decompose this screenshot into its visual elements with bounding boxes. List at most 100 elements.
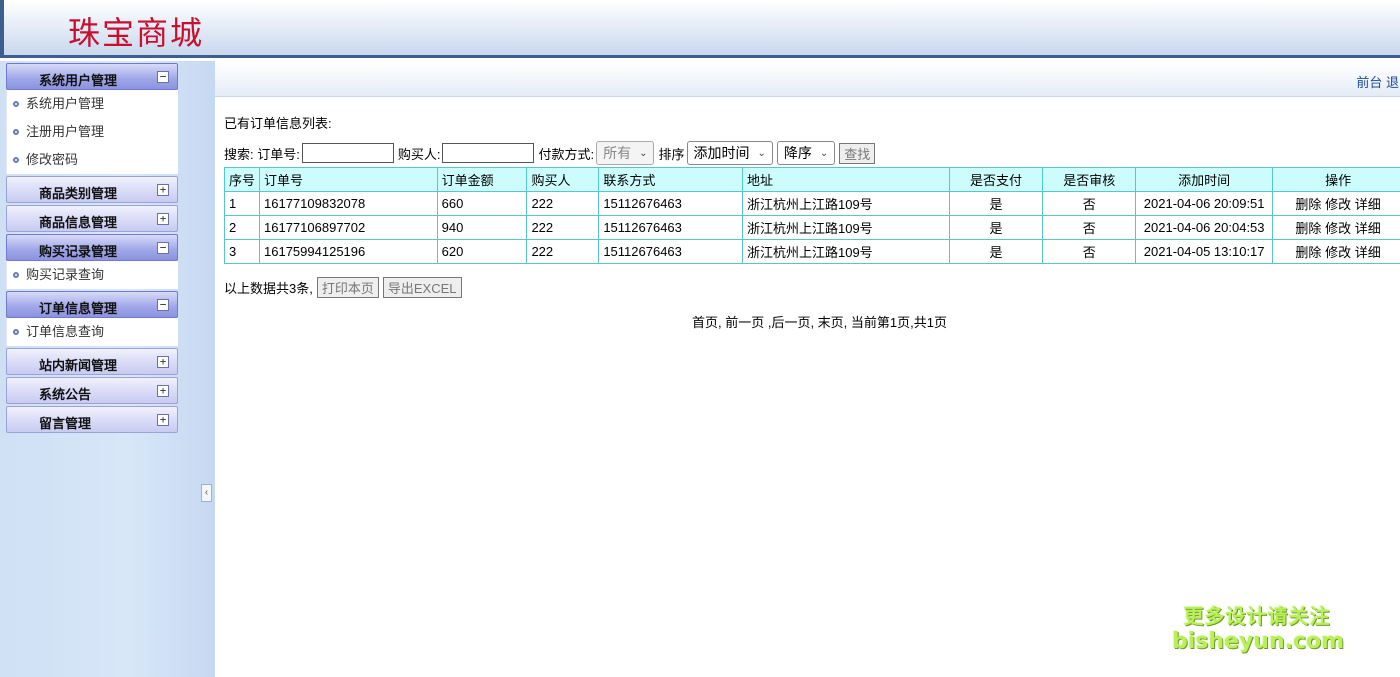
plus-icon[interactable]: + [157,213,169,225]
cell-added-time: 2021-04-05 13:10:17 [1135,239,1274,264]
detail-link[interactable]: 详细 [1355,221,1381,236]
menu-group-body: 订单信息查询 [6,318,178,346]
site-title: 珠宝商城 [68,14,205,52]
cell-audited: 否 [1042,191,1137,216]
payment-select-value: 所有 [603,145,632,161]
menu-group-notice[interactable]: 系统公告 + [6,377,178,404]
header-buyer: 购买人 [526,167,600,192]
search-bar: 搜索: 订单号: 购买人: 付款方式: 所有 ⌄ 排序 添加时间 ⌄ 降序 ⌄ … [224,141,876,165]
bullet-icon [13,101,19,107]
menu-group-system-users[interactable]: 系统用户管理 − [6,63,178,90]
sort-order-select[interactable]: 降序 ⌄ [776,141,836,165]
cell-paid: 是 [948,191,1044,216]
cell-actions: 删除 修改 详细 [1272,215,1400,240]
cell-phone: 15112676463 [598,239,743,264]
delete-link[interactable]: 删除 [1295,197,1321,212]
sort-field-select[interactable]: 添加时间 ⌄ [686,141,773,165]
menu-group-orders[interactable]: 订单信息管理 − [6,291,178,318]
menu-item-label: 注册用户管理 [26,124,105,139]
header-index: 序号 [223,167,261,192]
payment-select[interactable]: 所有 ⌄ [596,141,655,165]
page-header: 珠宝商城 [0,0,1400,58]
menu-group-label: 订单信息管理 [39,301,118,316]
plus-icon[interactable]: + [157,356,169,368]
sidebar-collapse-icon[interactable]: ‹ [201,484,212,502]
cell-buyer: 222 [526,215,600,240]
table-header-row: 序号 订单号 订单金额 购买人 联系方式 地址 是否支付 是否审核 添加时间 操… [223,167,1400,192]
bullet-icon [13,272,19,278]
delete-link[interactable]: 删除 [1295,221,1321,236]
bullet-icon [13,129,19,135]
header-actions: 操作 [1272,167,1400,192]
minus-icon[interactable]: − [157,242,169,254]
print-button[interactable]: 打印本页 [316,277,379,298]
edit-link[interactable]: 修改 [1325,221,1351,236]
detail-link[interactable]: 详细 [1355,245,1381,260]
cell-audited: 否 [1042,239,1137,264]
menu-group-label: 站内新闻管理 [39,358,118,373]
sidebar: 系统用户管理 − 系统用户管理 注册用户管理 修改密码 商品类别管理 + 商品信… [0,61,215,677]
record-count: 以上数据共3条, [224,281,313,296]
pagination[interactable]: 首页, 前一页 ,后一页, 末页, 当前第1页,共1页 [692,312,947,331]
menu-item-label: 订单信息查询 [26,324,105,339]
menu-group-label: 系统公告 [39,387,92,402]
chevron-down-icon: ⌄ [639,147,648,159]
menu-group-label: 系统用户管理 [39,73,118,88]
menu-group-category[interactable]: 商品类别管理 + [6,176,178,203]
order-no-input[interactable] [301,143,394,163]
menu-group-label: 商品信息管理 [39,215,118,230]
cell-amount: 660 [436,191,528,216]
table-row: 3 16175994125196 620 222 15112676463 浙江杭… [223,239,1400,264]
top-links[interactable]: 前台 退出 [1356,72,1400,91]
sort-field-value: 添加时间 [693,145,750,161]
menu-item-change-password[interactable]: 修改密码 [7,146,178,174]
menu-group-messages[interactable]: 留言管理 + [6,406,178,433]
cell-amount: 620 [436,239,528,264]
menu-group-label: 留言管理 [39,416,92,431]
cell-address: 浙江杭州上江路109号 [741,239,950,264]
buyer-input[interactable] [442,143,535,163]
menu-item-purchase-query[interactable]: 购买记录查询 [7,261,178,289]
cell-audited: 否 [1042,215,1137,240]
plus-icon[interactable]: + [157,184,169,196]
export-excel-button[interactable]: 导出EXCEL [382,277,462,298]
cell-added-time: 2021-04-06 20:04:53 [1135,215,1274,240]
menu-group-purchase[interactable]: 购买记录管理 − [6,234,178,261]
watermark-line2: bisheyun.com [1172,629,1345,654]
orders-table: 序号 订单号 订单金额 购买人 联系方式 地址 是否支付 是否审核 添加时间 操… [223,167,1400,264]
find-button[interactable]: 查找 [839,142,876,164]
menu-group-product[interactable]: 商品信息管理 + [6,205,178,232]
cell-address: 浙江杭州上江路109号 [741,191,950,216]
header-address: 地址 [741,167,950,192]
edit-link[interactable]: 修改 [1325,245,1351,260]
summary-row: 以上数据共3条, 打印本页 导出EXCEL [224,277,462,298]
cell-paid: 是 [948,215,1044,240]
menu-group-news[interactable]: 站内新闻管理 + [6,348,178,375]
table-row: 2 16177106897702 940 222 15112676463 浙江杭… [223,215,1400,240]
header-edge [0,0,4,58]
cell-address: 浙江杭州上江路109号 [741,215,950,240]
menu-item-registered-users[interactable]: 注册用户管理 [7,118,178,146]
menu-item-system-users[interactable]: 系统用户管理 [7,90,178,118]
watermark: 更多设计请关注 bisheyun.com [1172,600,1345,654]
list-title: 已有订单信息列表: [224,116,332,131]
minus-icon[interactable]: − [157,299,169,311]
header-audited: 是否审核 [1042,167,1137,192]
edit-link[interactable]: 修改 [1325,197,1351,212]
bullet-icon [13,157,19,163]
header-order-no: 订单号 [259,167,438,192]
sort-order-value: 降序 [783,145,812,161]
minus-icon[interactable]: − [157,71,169,83]
plus-icon[interactable]: + [157,385,169,397]
plus-icon[interactable]: + [157,414,169,426]
menu-group-label: 商品类别管理 [39,186,118,201]
cell-index: 1 [223,191,261,216]
cell-actions: 删除 修改 详细 [1272,191,1400,216]
table-row: 1 16177109832078 660 222 15112676463 浙江杭… [223,191,1400,216]
delete-link[interactable]: 删除 [1295,245,1321,260]
watermark-line1: 更多设计请关注 [1183,606,1331,628]
cell-order-no: 16175994125196 [259,239,438,264]
detail-link[interactable]: 详细 [1355,197,1381,212]
cell-actions: 删除 修改 详细 [1272,239,1400,264]
menu-item-order-query[interactable]: 订单信息查询 [7,318,178,346]
